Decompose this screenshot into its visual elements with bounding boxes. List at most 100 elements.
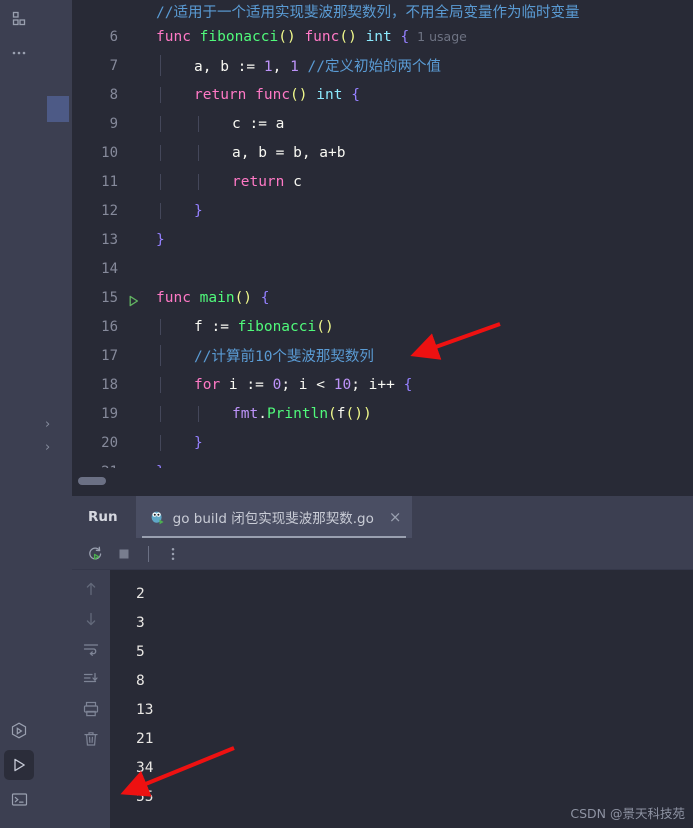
- code-token: 1: [263, 59, 273, 75]
- indent-guide: [160, 345, 161, 366]
- code-token: a, b: [194, 59, 238, 75]
- run-tool-window: Run go build 闭包实现斐波那契数.go × 2 3 5 8 13 2…: [72, 496, 693, 828]
- run-configuration-tab[interactable]: go build 闭包实现斐波那契数.go ×: [135, 496, 413, 538]
- console-line: 5: [136, 644, 145, 660]
- code-token: {: [260, 289, 270, 306]
- code-token: f :=: [194, 318, 238, 335]
- indent-guide: [198, 144, 199, 161]
- code-token: ,: [272, 59, 291, 75]
- code-line[interactable]: 11 return c: [72, 167, 693, 196]
- print-icon[interactable]: [78, 696, 104, 722]
- code-token: //适用于一个适用实现斐波那契数列，不用全局变量作为临时变量: [156, 5, 580, 21]
- code-token: (): [278, 28, 296, 45]
- console-line: 21: [136, 731, 154, 747]
- run-tool-window-icon[interactable]: [4, 750, 34, 780]
- code-token: (): [234, 289, 253, 306]
- code-line[interactable]: 8 return func() int {: [72, 80, 693, 109]
- code-token: c: [284, 173, 302, 190]
- clear-all-icon[interactable]: [78, 726, 104, 752]
- code-text: a, b := 1, 1 //定义初始的两个值: [126, 55, 441, 76]
- line-number: 15: [72, 290, 139, 306]
- console-line: 34: [136, 760, 154, 776]
- go-gopher-run-icon: [149, 509, 166, 526]
- indent-guide: [160, 115, 161, 132]
- code-token: c := a: [232, 115, 285, 132]
- code-token: return: [194, 86, 247, 103]
- collapsed-project-sidebar[interactable]: › ›: [38, 0, 72, 828]
- code-text: }: [126, 434, 203, 451]
- console-output[interactable]: 2 3 5 8 13 21 34 55: [110, 570, 693, 828]
- code-line[interactable]: 19 fmt.Println(f()): [72, 399, 693, 428]
- code-token: //定义初始的两个值: [307, 59, 441, 75]
- next-occurrence-icon[interactable]: [78, 606, 104, 632]
- code-line[interactable]: 16 f := fibonacci(): [72, 312, 693, 341]
- structure-icon[interactable]: [0, 2, 38, 36]
- code-line[interactable]: 7 a, b := 1, 1 //定义初始的两个值: [72, 51, 693, 80]
- code-token: }: [156, 231, 165, 248]
- code-text: func fibonacci() func() int { 1 usage: [126, 29, 467, 45]
- close-icon[interactable]: ×: [389, 508, 402, 526]
- code-token: :=: [237, 59, 264, 75]
- left-tool-strip: [0, 0, 38, 828]
- indent-guide: [160, 86, 161, 103]
- code-line[interactable]: 9 c := a: [72, 109, 693, 138]
- more-options-icon[interactable]: [162, 543, 184, 565]
- code-token: f: [336, 405, 346, 422]
- run-window-title: Run: [88, 509, 118, 525]
- code-token: main: [199, 289, 235, 306]
- soft-wrap-icon[interactable]: [78, 636, 104, 662]
- code-line[interactable]: 6 func fibonacci() func() int { 1 usage: [72, 22, 693, 51]
- code-text: return func() int {: [126, 86, 360, 103]
- main-column: //适用于一个适用实现斐波那契数列，不用全局变量作为临时变量 6 func fibo…: [72, 0, 693, 828]
- line-number: 6: [109, 28, 118, 45]
- code-token: Println: [266, 405, 329, 422]
- code-text: }: [126, 232, 165, 248]
- editor-scrollbar-thumb[interactable]: [78, 477, 106, 485]
- code-line[interactable]: 13}: [72, 225, 693, 254]
- code-token: fmt: [232, 405, 259, 422]
- code-line[interactable]: 12}: [72, 196, 693, 225]
- scroll-to-end-icon[interactable]: [78, 666, 104, 692]
- code-editor[interactable]: //适用于一个适用实现斐波那契数列，不用全局变量作为临时变量 6 func fibo…: [72, 0, 693, 496]
- ide-window: › › //适用于一个适用实现斐波那契数列，不用全局变量作为临时变量 6 func …: [0, 0, 693, 828]
- code-line[interactable]: 20}: [72, 428, 693, 457]
- run-with-coverage-icon[interactable]: [4, 716, 34, 746]
- rerun-icon[interactable]: [84, 543, 106, 565]
- more-tool-windows-icon[interactable]: [0, 36, 38, 70]
- left-tool-strip-bottom: [0, 712, 38, 818]
- line-number: 18: [101, 376, 118, 393]
- code-token: int: [316, 86, 343, 103]
- code-token: func: [255, 86, 291, 103]
- code-text: a, b = b, a+b: [126, 144, 346, 161]
- code-token: ): [362, 405, 372, 422]
- code-token: 1: [290, 59, 299, 75]
- line-number: 10: [101, 144, 118, 161]
- code-line[interactable]: 10 a, b = b, a+b: [72, 138, 693, 167]
- code-text: func main() {: [126, 290, 270, 306]
- code-line[interactable]: 14: [72, 254, 693, 283]
- line-number: 17: [101, 347, 118, 364]
- code-line[interactable]: 17 //计算前10个斐波那契数列: [72, 341, 693, 370]
- toolbar-separator: [148, 545, 149, 562]
- terminal-icon[interactable]: [4, 784, 34, 814]
- console-line: 8: [136, 673, 145, 689]
- code-text: for i := 0; i < 10; i++ {: [126, 376, 412, 393]
- tree-expand-chevron-2[interactable]: ›: [45, 441, 50, 454]
- line-number: 16: [101, 318, 118, 335]
- previous-occurrence-icon[interactable]: [78, 576, 104, 602]
- code-line[interactable]: 15 func main() {: [72, 283, 693, 312]
- stop-icon[interactable]: [113, 543, 135, 565]
- editor-horizontal-scrollbar[interactable]: [72, 468, 693, 496]
- indent-guide: [160, 405, 161, 422]
- code-token: fibonacci: [237, 318, 317, 335]
- code-line[interactable]: 18 for i := 0; i < 10; i++ {: [72, 370, 693, 399]
- line-number: 19: [101, 405, 118, 422]
- line-number: 14: [101, 260, 118, 277]
- code-text: fmt.Println(f()): [126, 405, 372, 422]
- code-line[interactable]: //适用于一个适用实现斐波那契数列，不用全局变量作为临时变量: [72, 0, 693, 22]
- selected-file-marker: [47, 96, 69, 122]
- tree-expand-chevron-1[interactable]: ›: [45, 418, 50, 431]
